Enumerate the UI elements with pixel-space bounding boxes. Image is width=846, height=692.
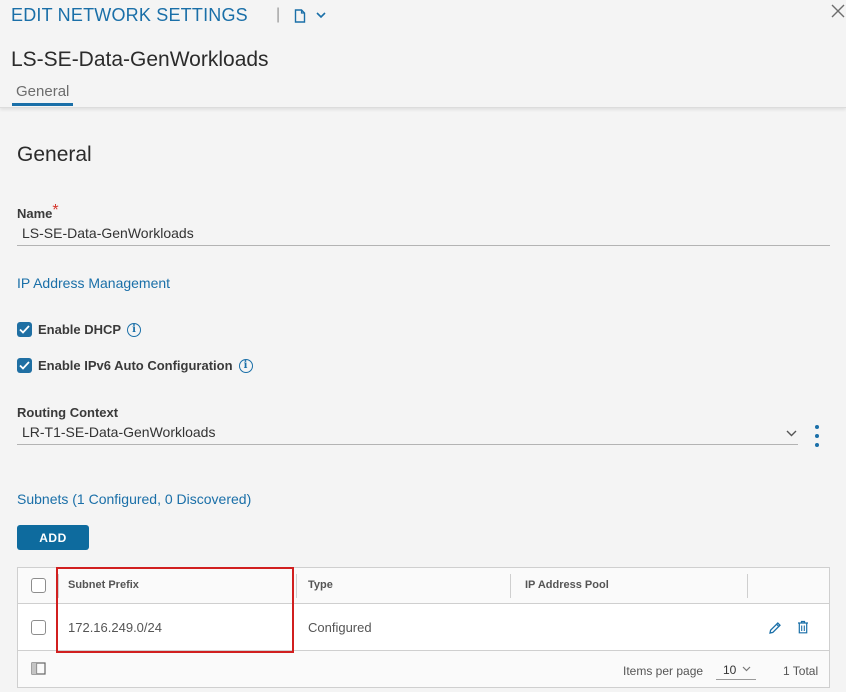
name-label-text: Name	[17, 206, 53, 221]
enable-ipv6-checkbox[interactable]	[17, 358, 32, 373]
routing-context-select[interactable]: LR-T1-SE-Data-GenWorkloads	[17, 421, 798, 445]
routing-context-label: Routing Context	[17, 405, 119, 420]
column-type[interactable]: Type	[308, 579, 333, 591]
tab-general[interactable]: General	[12, 83, 74, 106]
select-all-checkbox[interactable]	[31, 578, 46, 593]
enable-ipv6-row: Enable IPv6 Auto Configuration i	[17, 358, 253, 373]
trash-icon[interactable]	[797, 620, 809, 634]
row-checkbox[interactable]	[31, 620, 46, 635]
add-button[interactable]: ADD	[17, 525, 89, 550]
column-subnet-prefix[interactable]: Subnet Prefix	[68, 579, 139, 591]
items-per-page-select[interactable]: 10	[716, 660, 756, 680]
enable-dhcp-label: Enable DHCP	[38, 322, 122, 337]
enable-dhcp-checkbox[interactable]	[17, 322, 32, 337]
required-marker: *	[52, 202, 59, 219]
chevron-down-icon[interactable]	[786, 429, 797, 437]
grid-header: Subnet Prefix Type IP Address Pool	[18, 568, 829, 604]
kebab-menu-icon[interactable]	[813, 424, 821, 448]
items-per-page-value: 10	[723, 663, 737, 677]
title-separator: |	[276, 6, 281, 23]
items-per-page-label: Items per page	[623, 664, 704, 678]
enable-dhcp-row: Enable DHCP i	[17, 322, 142, 337]
name-label: Name*	[17, 202, 59, 223]
table-row[interactable]: 172.16.249.0/24 Configured	[18, 604, 829, 651]
document-icon[interactable]	[294, 9, 306, 23]
close-icon[interactable]	[830, 3, 846, 19]
total-count: 1 Total	[783, 664, 819, 678]
grid-footer: Items per page 10 1 Total	[18, 651, 829, 687]
entity-name: LS-SE-Data-GenWorkloads	[11, 48, 269, 71]
info-icon[interactable]: i	[127, 322, 142, 337]
chevron-down-icon[interactable]	[316, 11, 326, 19]
column-ip-address-pool[interactable]: IP Address Pool	[525, 579, 609, 591]
section-heading: General	[17, 143, 92, 166]
subnets-grid: Subnet Prefix Type IP Address Pool 172.1…	[17, 567, 830, 688]
dialog-header: EDIT NETWORK SETTINGS | LS-SE-Data-GenWo…	[0, 0, 846, 108]
edit-icon[interactable]	[768, 621, 782, 635]
ipam-title: IP Address Management	[17, 275, 171, 291]
chevron-down-icon	[742, 666, 751, 672]
subnets-title: Subnets (1 Configured, 0 Discovered)	[17, 491, 252, 507]
columns-icon[interactable]	[31, 662, 46, 675]
enable-ipv6-label: Enable IPv6 Auto Configuration	[38, 358, 233, 373]
subnet-prefix-cell: 172.16.249.0/24	[68, 620, 162, 635]
info-icon[interactable]: i	[238, 358, 253, 373]
name-field[interactable]: LS-SE-Data-GenWorkloads	[17, 222, 830, 246]
type-cell: Configured	[308, 620, 372, 635]
dialog-title: EDIT NETWORK SETTINGS	[11, 5, 248, 25]
checkmark-icon	[19, 361, 30, 370]
checkmark-icon	[19, 325, 30, 334]
